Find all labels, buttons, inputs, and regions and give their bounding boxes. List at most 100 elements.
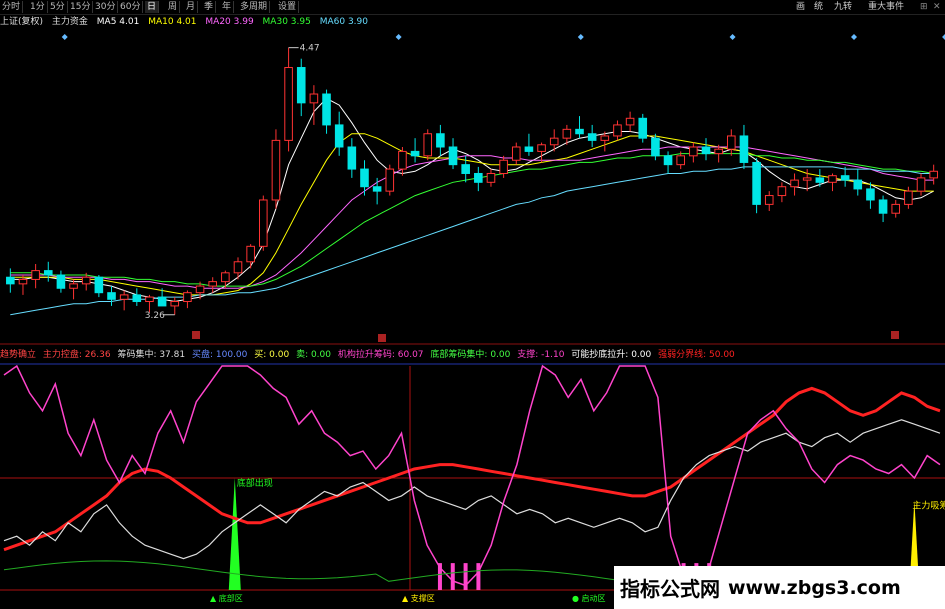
candle-body xyxy=(398,150,407,170)
candle-body xyxy=(284,67,293,141)
watermark-url: www.zbgs3.com xyxy=(728,576,901,599)
candle-body xyxy=(815,177,825,183)
candle-body xyxy=(727,135,736,150)
candle-body xyxy=(511,146,521,161)
event-diamond-icon xyxy=(395,34,402,40)
candle-body xyxy=(777,186,787,197)
bottom-label-2: ● 启动区 xyxy=(572,593,606,603)
indicator-line-0 xyxy=(3,386,941,552)
candle-body xyxy=(69,283,78,289)
candle-body xyxy=(132,294,142,303)
candle-body xyxy=(259,199,268,247)
candle-body xyxy=(309,93,319,104)
event-diamond-icon xyxy=(850,34,857,40)
candle-body xyxy=(486,172,496,183)
event-flag-icon xyxy=(192,331,200,339)
candle-body xyxy=(94,276,104,294)
candle-body xyxy=(145,296,154,303)
price-chart: 4.47 3.26 底部出现主力吸筹 ▲ 底部区 ▲ 支撑区 ● 启动区 xyxy=(0,34,945,603)
candle-body xyxy=(537,144,546,152)
event-flag-icon xyxy=(891,331,899,339)
signal-bar xyxy=(450,563,455,590)
candle-body xyxy=(853,179,863,190)
event-diamond-icon xyxy=(61,34,68,40)
candle-body xyxy=(461,164,470,174)
candle-body xyxy=(410,150,420,157)
candle-body xyxy=(689,146,698,157)
candle-body xyxy=(233,261,243,274)
candle-body xyxy=(372,186,382,192)
spike-label-bottom: 底部出现 xyxy=(237,477,273,489)
candle-body xyxy=(334,124,344,148)
candle-body xyxy=(828,175,837,183)
candle-body xyxy=(43,270,53,276)
candle-body xyxy=(157,296,167,307)
candle-body xyxy=(347,146,357,170)
candle-body xyxy=(296,67,306,104)
candle-body xyxy=(562,128,572,139)
event-diamond-icon xyxy=(577,34,584,40)
event-flag-icon xyxy=(378,334,386,342)
candle-body xyxy=(18,278,28,285)
candle-body xyxy=(625,117,635,126)
candle-body xyxy=(474,172,483,183)
candle-body xyxy=(714,148,723,155)
candle-body xyxy=(549,137,559,146)
candle-body xyxy=(119,294,129,300)
candle-body xyxy=(221,272,230,283)
candle-body xyxy=(575,128,584,135)
candle-body xyxy=(385,168,395,192)
indicator-line-1 xyxy=(3,419,941,560)
watermark-banner: 指标公式网 www.zbgs3.com xyxy=(614,566,945,609)
candle-body xyxy=(524,146,534,152)
candle-body xyxy=(56,274,66,289)
candle-body xyxy=(878,199,888,214)
candle-body xyxy=(790,179,799,188)
candle-body xyxy=(81,276,91,285)
candle-body xyxy=(183,292,192,303)
signal-bar xyxy=(476,563,481,590)
candle-body xyxy=(195,285,205,294)
candle-body xyxy=(752,161,761,205)
candle-body xyxy=(866,188,875,201)
bottom-label-1: ▲ 支撑区 xyxy=(402,593,435,603)
candle-body xyxy=(448,146,458,166)
candle-body xyxy=(107,292,116,300)
candle-body xyxy=(916,177,926,192)
indicator-line-2 xyxy=(3,364,941,587)
candle-body xyxy=(499,159,508,174)
candle-body xyxy=(929,170,938,179)
candle-body xyxy=(360,168,369,188)
candle-body xyxy=(436,133,445,148)
low-label: 3.26 xyxy=(145,311,165,321)
ma-line-ma5 xyxy=(10,97,934,303)
candle-body xyxy=(764,195,774,205)
candle-body xyxy=(701,146,711,155)
candle-body xyxy=(6,276,15,285)
high-label: 4.47 xyxy=(300,44,320,54)
candle-body xyxy=(651,137,660,157)
event-diamond-icon xyxy=(729,34,736,40)
candle-body xyxy=(739,135,749,163)
candle-body xyxy=(246,245,255,263)
bottom-label-0: ▲ 底部区 xyxy=(210,593,243,603)
candle-body xyxy=(663,155,673,166)
candle-body xyxy=(840,175,850,181)
watermark-cn: 指标公式网 xyxy=(620,577,720,601)
ma-line-ma60 xyxy=(10,166,934,316)
candle-body xyxy=(31,270,40,280)
candle-body xyxy=(904,190,913,205)
candle-body xyxy=(600,135,610,141)
candle-body xyxy=(271,139,281,201)
candle-body xyxy=(170,301,180,307)
candle-body xyxy=(891,203,901,214)
candle-body xyxy=(208,281,217,287)
candle-body xyxy=(613,124,622,137)
candle-body xyxy=(322,93,331,126)
candle-body xyxy=(638,117,648,139)
candle-body xyxy=(423,133,433,157)
candle-body xyxy=(587,133,597,141)
spike-label-accumulate: 主力吸筹 xyxy=(912,499,945,511)
candle-body xyxy=(676,155,685,166)
ma-line-ma20 xyxy=(10,146,934,289)
